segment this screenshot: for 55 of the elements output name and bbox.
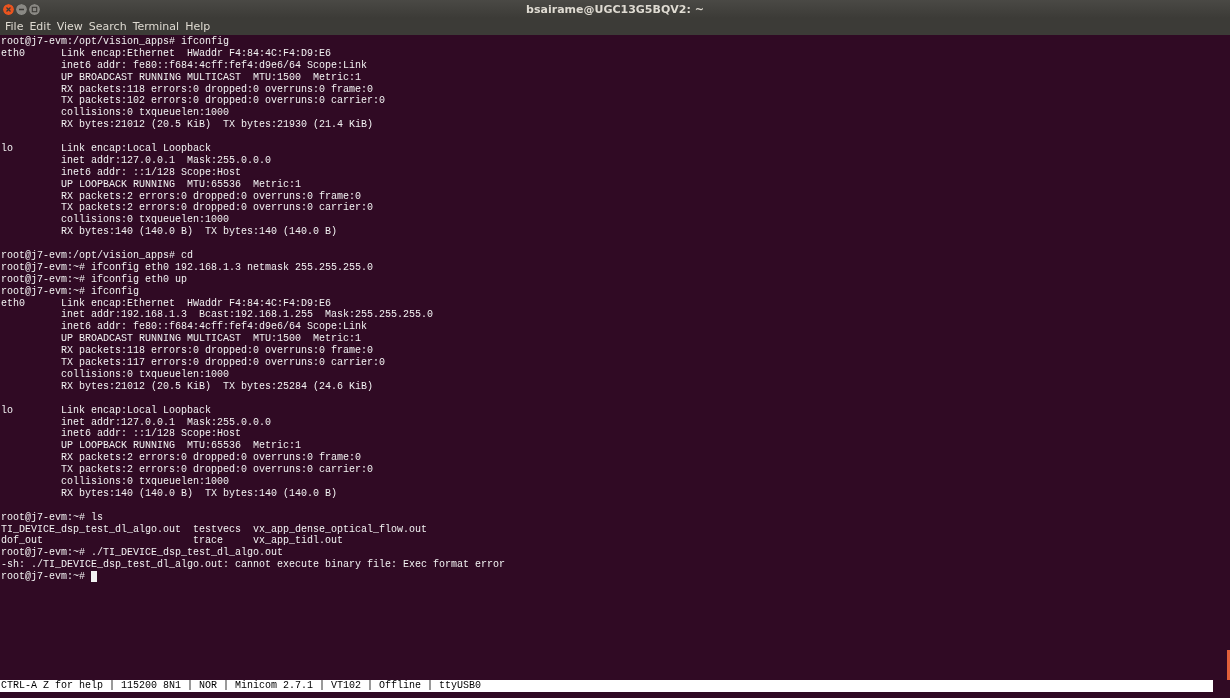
terminal-line: UP LOOPBACK RUNNING MTU:65536 Metric:1 [60, 440, 302, 452]
terminal-line: eth0 Link encap:Ethernet HWaddr F4:84:4C:F4:D9:E6 [1, 47, 332, 60]
minimize-icon[interactable] [16, 3, 27, 15]
close-icon[interactable] [3, 3, 14, 15]
terminal-line: root@j7-evm:/opt/vision_apps# cd [1, 250, 194, 262]
terminal-line: RX packets:2 errors:0 dropped:0 overruns:0 frame:0 [60, 452, 362, 464]
terminal-line: TX packets:2 errors:0 dropped:0 overruns:0 carrier:0 [60, 464, 374, 476]
terminal-line: inet6 addr: fe80::f684:4cff:fef4:d9e6/64 Scope:Link [60, 59, 368, 72]
terminal-line: root@j7-evm:/opt/vision_apps# ifconfig [1, 36, 230, 48]
terminal-line: TX packets:2 errors:0 dropped:0 overruns:0 carrier:0 [60, 202, 374, 214]
status-bar: CTRL-A Z for help | 115200 8N1 | NOR | Minicom 2.7.1 | VT102 | Offline | ttyUSB0 [0, 680, 1213, 692]
terminal-line: root@j7-evm:~# ifconfig [1, 285, 140, 298]
terminal-line: inet6 addr: fe80::f684:4cff:fef4:d9e6/64 Scope:Link [60, 321, 368, 333]
menu-item[interactable]: Help [182, 19, 214, 34]
terminal-line: root@j7-evm:~# ls [1, 511, 104, 524]
terminal-line: TI_DEVICE_dsp_test_dl_algo.out testvecs vx_app_dense_optical_flow.out [1, 523, 428, 535]
terminal-line: root@j7-evm:~# ifconfig eth0 up [1, 273, 188, 286]
terminal-line: inet addr:127.0.0.1 Mask:255.0.0.0 [60, 154, 272, 167]
menu-item[interactable]: Edit [26, 19, 54, 34]
terminal-line: RX packets:118 errors:0 dropped:0 overruns:0 frame:0 [60, 83, 374, 95]
terminal-line: RX bytes:21012 (20.5 KiB) TX bytes:21930 (21.4 KiB) [60, 119, 374, 132]
menu-item[interactable]: Search [85, 19, 130, 34]
terminal-line: UP BROADCAST RUNNING MULTICAST MTU:1500 Metric:1 [60, 71, 362, 84]
terminal-line: eth0 Link encap:Ethernet HWaddr F4:84:4C:F4:D9:E6 [1, 297, 332, 309]
menu-item[interactable]: Terminal [129, 19, 183, 34]
terminal-line: RX bytes:140 (140.0 B) TX bytes:140 (140.0 B) [60, 487, 338, 500]
terminal-line: dof_out trace vx_app_tidl.out [1, 535, 344, 547]
text-cursor [91, 571, 97, 583]
terminal-line: RX packets:2 errors:0 dropped:0 overruns:0 frame:0 [60, 190, 362, 202]
menu-item[interactable]: View [53, 19, 86, 34]
terminal-line: UP LOOPBACK RUNNING MTU:65536 Metric:1 [60, 178, 302, 191]
terminal-line: inet addr:127.0.0.1 Mask:255.0.0.0 [60, 416, 272, 428]
terminal-line: RX packets:118 errors:0 dropped:0 overruns:0 frame:0 [60, 345, 374, 357]
terminal-line: UP BROADCAST RUNNING MULTICAST MTU:1500 Metric:1 [60, 333, 362, 345]
terminal-line: collisions:0 txqueuelen:1000 [60, 475, 230, 488]
menu-item[interactable]: File [2, 19, 27, 34]
window-title: bsairame@UGC13G5BQV2: ~ [526, 2, 704, 16]
maximize-icon[interactable] [29, 3, 40, 15]
terminal-line: TX packets:102 errors:0 dropped:0 overruns:0 carrier:0 [60, 95, 386, 107]
terminal-line: RX bytes:140 (140.0 B) TX bytes:140 (140.0 B) [60, 226, 338, 239]
terminal-line: inet6 addr: ::1/128 Scope:Host [60, 428, 242, 441]
terminal-line: -sh: ./TI_DEVICE_dsp_test_dl_algo.out: cannot execute binary file: Exec format error [1, 559, 506, 571]
terminal-line: lo Link encap:Local Loopback [1, 404, 212, 417]
terminal-line: inet addr:192.168.1.3 Bcast:192.168.1.255 Mask:255.255.255.0 [60, 309, 434, 321]
terminal-line: root@j7-evm:~# [1, 571, 86, 583]
terminal-line: TX packets:117 errors:0 dropped:0 overruns:0 carrier:0 [60, 357, 386, 369]
terminal-line: lo Link encap:Local Loopback [1, 143, 212, 155]
scrollbar-thumb[interactable] [1227, 650, 1230, 680]
terminal-line: root@j7-evm:~# ./TI_DEVICE_dsp_test_dl_algo.out [1, 547, 284, 559]
terminal-line: inet6 addr: ::1/128 Scope:Host [60, 166, 242, 179]
terminal-line: collisions:0 txqueuelen:1000 [60, 368, 230, 381]
terminal-line: collisions:0 txqueuelen:1000 [60, 107, 230, 119]
terminal-line: root@j7-evm:~# ifconfig eth0 192.168.1.3 netmask 255.255.255.0 [1, 261, 374, 274]
terminal-line: RX bytes:21012 (20.5 KiB) TX bytes:25284 (24.6 KiB) [60, 380, 374, 393]
terminal-line: collisions:0 txqueuelen:1000 [60, 214, 230, 226]
